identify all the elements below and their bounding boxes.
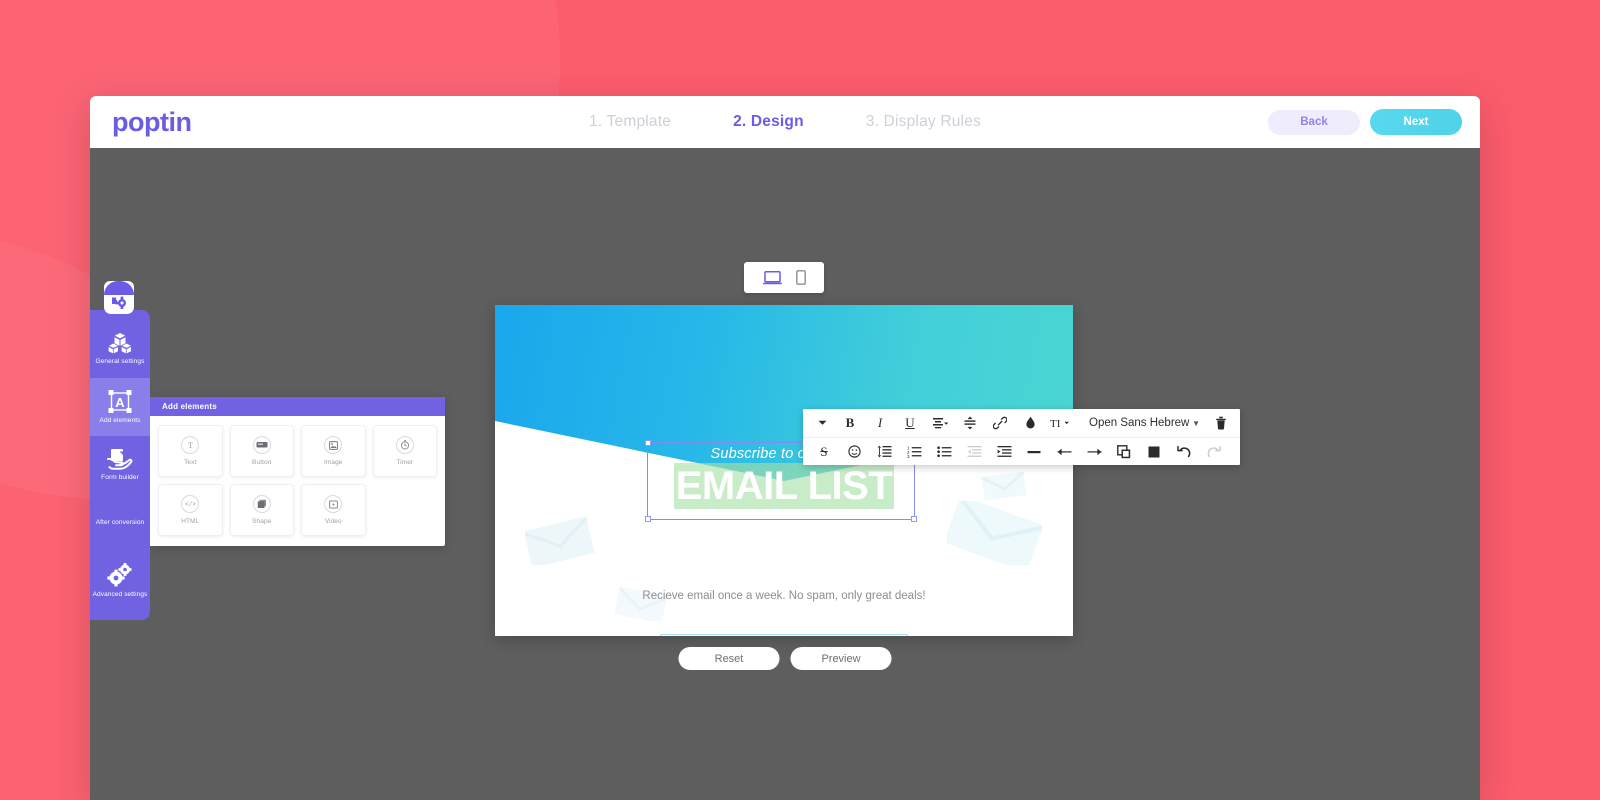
rte-row-secondary: S 1 2 3 — [803, 437, 1240, 465]
preview-button[interactable]: Preview — [790, 647, 892, 670]
emoji-icon[interactable] — [839, 439, 869, 465]
rich-text-toolbar: B I U TI Open Sans Hebrew ▼ S 1 2 3 — [803, 409, 1240, 465]
html-icon: </> — [181, 495, 200, 513]
outdent-icon[interactable] — [959, 439, 989, 465]
link-icon[interactable] — [985, 410, 1015, 436]
device-preview-toggle — [744, 262, 824, 293]
step-design[interactable]: 2. Design — [733, 113, 804, 131]
element-tile-html[interactable]: </> HTML — [158, 484, 223, 536]
sidebar-item-label: Form builder — [101, 474, 139, 482]
sidebar-item-general-settings[interactable]: General settings — [90, 320, 150, 378]
element-tile-label: HTML — [181, 518, 200, 525]
gears-icon — [107, 563, 132, 587]
italic-icon[interactable]: I — [865, 410, 895, 436]
left-sidebar: General settings A Add elements Form bui… — [90, 310, 150, 620]
panel-title: Add elements — [150, 397, 445, 416]
sidebar-item-label: General settings — [95, 358, 145, 366]
svg-text:</>: </> — [185, 501, 196, 508]
resize-handle-bottom-right[interactable] — [911, 516, 917, 522]
video-icon — [324, 495, 343, 513]
element-tile-shape[interactable]: Shape — [229, 484, 294, 536]
svg-text:3: 3 — [907, 454, 910, 458]
sidebar-item-label: Add elements — [99, 416, 141, 424]
button-icon — [252, 436, 271, 454]
sidebar-item-label: Advanced settings — [92, 591, 148, 599]
rte-row-primary: B I U TI Open Sans Hebrew ▼ — [803, 409, 1240, 437]
add-elements-panel: Add elements T Text Button Image Timer <… — [150, 397, 445, 546]
text-icon: T — [181, 436, 200, 454]
element-tile-timer[interactable]: Timer — [372, 425, 437, 477]
horizontal-rule-icon[interactable] — [1019, 439, 1049, 465]
sidebar-item-label: After conversion — [95, 519, 145, 527]
element-tile-label: Timer — [396, 459, 414, 466]
align-left-arrow-icon[interactable] — [1049, 439, 1079, 465]
font-family-select[interactable]: Open Sans Hebrew ▼ — [1079, 412, 1208, 434]
shape-icon — [252, 495, 271, 513]
bottom-actions: Reset Preview — [678, 647, 892, 670]
app-window: poptin 1. Template 2. Design 3. Display … — [90, 96, 1480, 800]
gear-puzzle-icon — [111, 296, 126, 309]
element-tile-label: Shape — [252, 518, 272, 525]
unordered-list-icon[interactable] — [929, 439, 959, 465]
element-tile-image[interactable]: Image — [301, 425, 366, 477]
popup-hero-title[interactable]: EMAIL LIST — [495, 463, 1073, 509]
font-family-value: Open Sans Hebrew — [1089, 417, 1190, 429]
align-icon[interactable] — [925, 410, 955, 436]
undo-icon[interactable] — [1169, 439, 1199, 465]
add-elements-icon: A — [108, 389, 132, 413]
sidebar-item-add-elements[interactable]: A Add elements — [90, 378, 150, 436]
editor-canvas: General settings A Add elements Form bui… — [90, 148, 1480, 800]
ordered-list-icon[interactable]: 1 2 3 — [899, 439, 929, 465]
desktop-icon[interactable] — [762, 270, 782, 285]
text-color-icon[interactable] — [1015, 410, 1045, 436]
resize-handle-bottom-left[interactable] — [645, 516, 651, 522]
svg-text:TI: TI — [1050, 418, 1061, 429]
next-button[interactable]: Next — [1370, 109, 1462, 135]
image-icon — [324, 436, 343, 454]
element-tile-label: Button — [252, 459, 272, 466]
svg-text:T: T — [188, 441, 193, 450]
line-height-icon[interactable] — [955, 410, 985, 436]
back-button[interactable]: Back — [1268, 109, 1360, 135]
line-spacing-icon[interactable] — [869, 439, 899, 465]
popup-hero-title-text: EMAIL LIST — [673, 463, 895, 509]
email-input[interactable] — [660, 634, 908, 636]
strikethrough-icon[interactable]: S — [809, 439, 839, 465]
redo-icon[interactable] — [1199, 439, 1229, 465]
indent-icon[interactable] — [989, 439, 1019, 465]
element-tile-label: Image — [323, 459, 343, 466]
element-tile-label: Text — [184, 459, 197, 466]
element-tile-video[interactable]: Video — [301, 484, 366, 536]
element-tile-text[interactable]: T Text — [158, 425, 223, 477]
font-size-icon[interactable]: TI — [1045, 410, 1075, 436]
sidebar-item-advanced-settings[interactable]: Advanced settings — [90, 552, 150, 610]
top-bar: poptin 1. Template 2. Design 3. Display … — [90, 96, 1480, 148]
popup-description[interactable]: Recieve email once a week. No spam, only… — [638, 588, 930, 605]
step-display-rules[interactable]: 3. Display Rules — [866, 113, 981, 131]
copy-icon[interactable] — [1109, 439, 1139, 465]
poptin-logo[interactable]: poptin — [112, 107, 192, 138]
reset-button[interactable]: Reset — [678, 647, 780, 670]
popup-preview: Subscribe to our great EMAIL LIST Reciev… — [495, 305, 1073, 636]
underline-icon[interactable]: U — [895, 410, 925, 436]
poptin-badge-icon — [104, 281, 134, 314]
top-bar-actions: Back Next — [1268, 109, 1462, 135]
form-builder-icon — [107, 449, 133, 471]
sidebar-item-form-builder[interactable]: Form builder — [90, 436, 150, 494]
paragraph-format-dropdown-icon[interactable] — [809, 410, 835, 436]
trash-icon[interactable] — [1208, 410, 1234, 436]
align-right-arrow-icon[interactable] — [1079, 439, 1109, 465]
paste-icon[interactable] — [1139, 439, 1169, 465]
bold-icon[interactable]: B — [835, 410, 865, 436]
svg-text:A: A — [115, 395, 125, 410]
step-template[interactable]: 1. Template — [589, 113, 671, 131]
element-tile-grid: T Text Button Image Timer </> HTML Shape… — [150, 416, 445, 546]
mobile-icon[interactable] — [795, 270, 806, 285]
chevron-down-icon: ▼ — [1192, 418, 1200, 428]
sidebar-item-after-conversion[interactable]: After conversion — [90, 494, 150, 552]
timer-icon — [395, 436, 414, 454]
element-tile-button[interactable]: Button — [229, 425, 294, 477]
boxes-icon — [108, 333, 131, 354]
element-tile-label: Video — [324, 518, 342, 525]
